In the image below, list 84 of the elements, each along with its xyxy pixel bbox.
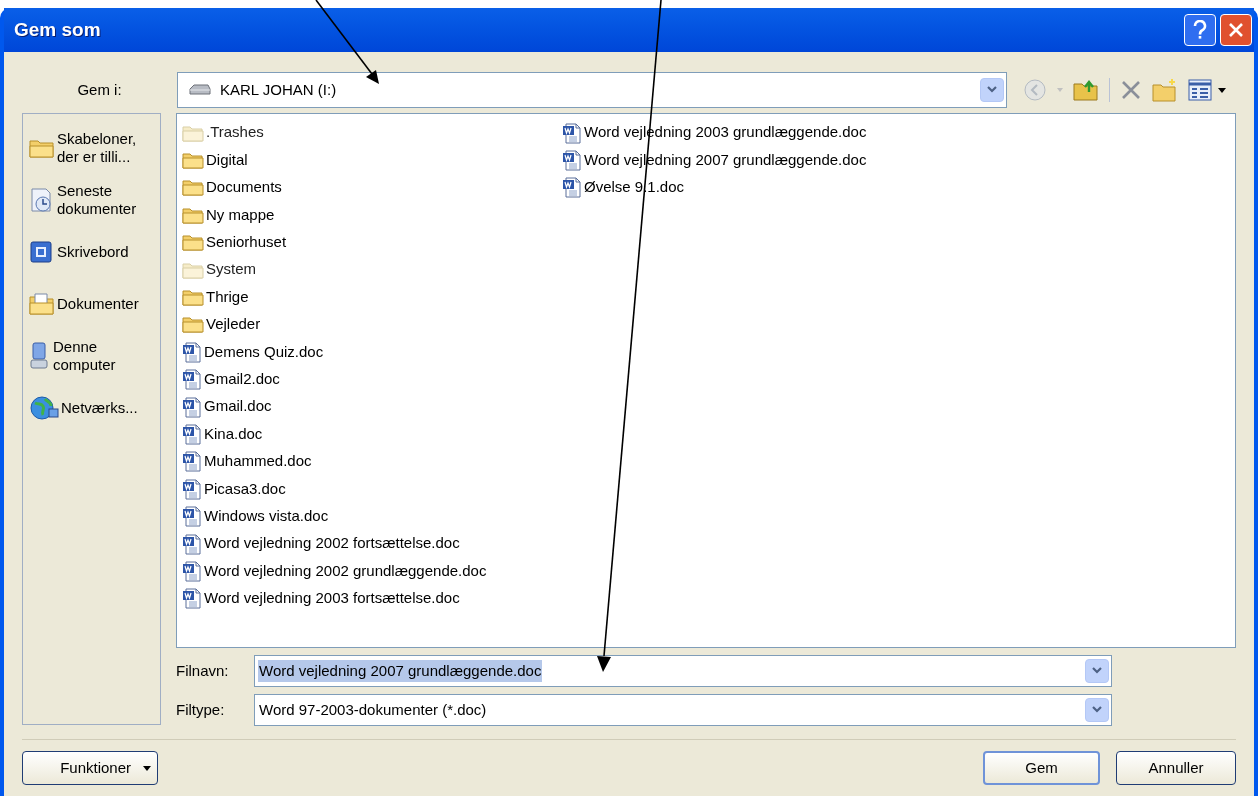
word-document-icon xyxy=(182,505,202,528)
help-button[interactable] xyxy=(1184,14,1216,46)
documents-folder-icon xyxy=(29,292,55,316)
folder-icon xyxy=(182,260,204,279)
filetype-dropdown[interactable]: Word 97-2003-dokumenter (*.doc) xyxy=(254,694,1112,726)
file-item[interactable]: Gmail.doc xyxy=(182,392,562,421)
folder-icon xyxy=(182,151,204,170)
help-icon xyxy=(1193,20,1207,40)
word-document-icon xyxy=(182,532,202,555)
views-icon xyxy=(1188,79,1212,101)
places-item[interactable]: Seneste dokumenter xyxy=(29,180,160,220)
filename-field[interactable]: Word vejledning 2007 grundlæggende.doc xyxy=(254,655,1112,687)
word-document-icon xyxy=(182,368,202,391)
chevron-down-icon xyxy=(1091,667,1103,675)
folder-item[interactable]: Documents xyxy=(182,173,562,202)
folder-up-icon xyxy=(1073,78,1099,102)
word-document-icon xyxy=(182,423,202,445)
drive-icon xyxy=(188,83,212,97)
folder-item[interactable]: System xyxy=(182,255,562,284)
file-item[interactable]: Picasa3.doc xyxy=(182,475,562,503)
filetype-label: Filtype: xyxy=(176,699,226,720)
window-title: Gem som xyxy=(14,17,101,42)
views-menu-button[interactable] xyxy=(1188,79,1226,101)
close-button[interactable] xyxy=(1220,14,1252,46)
dropdown-button[interactable] xyxy=(980,78,1004,102)
word-document-icon xyxy=(182,559,202,582)
folder-item[interactable]: Digital xyxy=(182,146,562,174)
dropdown-caret-icon xyxy=(1057,88,1063,92)
close-icon xyxy=(1227,21,1245,39)
save-button[interactable]: Gem xyxy=(983,751,1100,785)
places-item[interactable]: Skabeloner, der er tilli... xyxy=(29,128,160,168)
folder-icon xyxy=(182,233,204,252)
word-document-icon xyxy=(562,121,582,144)
places-item[interactable]: Netværks... xyxy=(29,388,160,428)
word-document-icon xyxy=(562,149,582,172)
word-document-icon xyxy=(182,395,202,418)
cancel-button[interactable]: Annuller xyxy=(1116,751,1236,785)
delete-icon xyxy=(1120,79,1142,101)
folder-item[interactable]: .Trashes xyxy=(182,119,562,147)
places-item[interactable]: Denne computer xyxy=(29,336,160,376)
file-item[interactable]: Word vejledning 2002 grundlæggende.doc xyxy=(182,557,562,585)
file-item[interactable]: Word vejledning 2002 fortsættelse.doc xyxy=(182,529,562,558)
dropdown-caret-icon xyxy=(143,765,151,771)
folder-item[interactable]: Thrige xyxy=(182,283,562,311)
delete-button[interactable] xyxy=(1120,79,1142,101)
file-item[interactable]: Muhammed.doc xyxy=(182,447,562,476)
chevron-down-icon xyxy=(986,86,998,94)
word-document-icon xyxy=(182,450,202,473)
computer-icon xyxy=(29,342,51,370)
desktop-icon xyxy=(29,240,55,264)
new-folder-icon xyxy=(1152,78,1178,102)
places-item[interactable]: Skrivebord xyxy=(29,232,160,272)
folder-item[interactable]: Vejleder xyxy=(182,310,562,339)
network-globe-icon xyxy=(29,395,59,421)
save-in-label: Gem i: xyxy=(76,79,123,100)
folder-icon xyxy=(29,137,55,159)
tools-menu-button[interactable]: Funktioner xyxy=(22,751,158,785)
file-item[interactable]: Gmail2.doc xyxy=(182,365,562,393)
folder-icon xyxy=(182,315,204,334)
dropdown-button[interactable] xyxy=(1085,659,1109,683)
file-item[interactable]: Demens Quiz.doc xyxy=(182,338,562,366)
file-item[interactable]: Word vejledning 2003 fortsættelse.doc xyxy=(182,584,562,613)
location-value: KARL JOHAN (I:) xyxy=(220,79,338,100)
places-item[interactable]: Dokumenter xyxy=(29,284,160,324)
dropdown-caret-icon xyxy=(1218,87,1226,93)
folder-icon xyxy=(182,123,204,142)
location-dropdown[interactable]: KARL JOHAN (I:) xyxy=(177,72,1007,108)
folder-icon xyxy=(182,178,204,197)
word-document-icon xyxy=(562,176,582,199)
folder-icon xyxy=(182,205,204,224)
folder-item[interactable]: Ny mappe xyxy=(182,201,562,229)
word-document-icon xyxy=(182,477,202,500)
file-item[interactable]: Windows vista.doc xyxy=(182,502,562,530)
word-document-icon xyxy=(182,587,202,610)
filename-value: Word vejledning 2007 grundlæggende.doc xyxy=(258,659,543,683)
filename-label: Filnavn: xyxy=(176,660,230,681)
filetype-value: Word 97-2003-dokumenter (*.doc) xyxy=(259,699,488,720)
up-folder-button[interactable] xyxy=(1073,78,1099,102)
word-document-icon xyxy=(182,340,202,363)
chevron-down-icon xyxy=(1091,706,1103,714)
file-item[interactable]: Kina.doc xyxy=(182,420,562,448)
folder-icon xyxy=(182,288,204,307)
folder-item[interactable]: Seniorhuset xyxy=(182,228,562,256)
dropdown-button[interactable] xyxy=(1085,698,1109,722)
